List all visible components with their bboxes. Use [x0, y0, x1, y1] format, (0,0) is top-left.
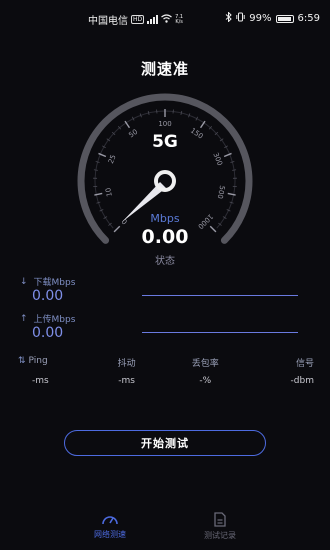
start-test-button[interactable]: 开始测试: [64, 430, 266, 456]
tab-test-records-label: 测试记录: [204, 531, 236, 540]
stat-jitter-label: 抖动: [117, 359, 136, 369]
gauge-minor-tick: [230, 161, 235, 163]
state-label: 状态: [155, 256, 175, 267]
network-type: 5G: [152, 132, 178, 152]
gauge-tick-label: 25: [107, 154, 118, 165]
vibrate-icon: [236, 12, 245, 25]
gauge-minor-tick: [95, 161, 100, 163]
stat-ping-label: ⇅ Ping: [18, 356, 48, 366]
gauge-tick-label: 10: [104, 187, 114, 197]
speed-unit: Mbps: [150, 212, 180, 225]
battery-percent: 99%: [249, 13, 272, 24]
upload-section: ↑ 上传Mbps 0.00: [20, 312, 310, 341]
status-left: 中国电信 HD 7.1 K/s: [88, 12, 183, 27]
bluetooth-icon: [225, 11, 233, 25]
upload-arrow-icon: ↑: [20, 313, 28, 324]
stats-values: -ms -ms -% -dbm: [18, 376, 314, 386]
stat-loss-value: -%: [199, 376, 212, 386]
upload-label: 上传Mbps: [33, 315, 76, 325]
upload-label-row: ↑ 上传Mbps: [20, 312, 310, 326]
download-label: 下载Mbps: [33, 278, 76, 288]
gauge-inner-arc: [94, 110, 236, 229]
net-speed: 7.1 K/s: [175, 14, 183, 25]
download-label-row: ↓ 下载Mbps: [20, 275, 310, 289]
gauge-tick-label: 100: [158, 120, 171, 128]
signal-icon: [147, 15, 159, 24]
document-icon: [214, 512, 226, 527]
stat-signal-value: -dbm: [290, 376, 314, 386]
stat-signal-label: 信号: [295, 359, 314, 369]
stat-loss-label: 丢包率: [191, 359, 219, 369]
wifi-icon: [161, 13, 173, 26]
gauge-minor-tick: [180, 110, 183, 115]
gauge-minor-tick: [232, 169, 237, 171]
stat-jitter-value: -ms: [118, 376, 136, 386]
download-section: ↓ 下载Mbps 0.00: [20, 275, 310, 304]
tab-test-records[interactable]: 测试记录: [180, 512, 260, 541]
status-right: 99% 6:59: [225, 11, 320, 25]
net-speed-unit: K/s: [175, 18, 183, 25]
gauge-tick-label: 500: [216, 185, 226, 200]
clock: 6:59: [297, 13, 320, 24]
download-arrow-icon: ↓: [20, 276, 28, 287]
hd-badge: HD: [131, 15, 145, 24]
tab-speed-test[interactable]: 网络测速: [70, 512, 150, 540]
gauge-tick-label: 300: [211, 151, 224, 166]
download-value: 0.00: [32, 288, 64, 304]
status-bar: 中国电信 HD 7.1 K/s 99% 6:59: [0, 0, 330, 36]
stats-labels: ⇅ Ping 抖动 丢包率 信号: [18, 356, 314, 369]
carrier-label: 中国电信: [88, 16, 128, 27]
download-graph-line: [142, 295, 298, 296]
speedometer-icon: [102, 516, 118, 525]
speed-value: 0.00: [141, 226, 189, 248]
bottom-tab-bar: 网络测速 测试记录: [0, 512, 330, 550]
ping-icon: ⇅: [18, 356, 26, 366]
stat-ping-value: -ms: [32, 376, 49, 386]
upload-graph-line: [142, 332, 298, 333]
app-title: 测速准: [140, 60, 189, 78]
tab-speed-test-label: 网络测速: [94, 530, 126, 539]
gauge-minor-tick: [93, 169, 98, 171]
upload-value: 0.00: [32, 325, 64, 341]
battery-icon: [275, 14, 294, 23]
stats-panel: ⇅ Ping 抖动 丢包率 信号 -ms -ms -% -dbm: [18, 356, 314, 386]
gauge-minor-tick: [147, 110, 150, 115]
